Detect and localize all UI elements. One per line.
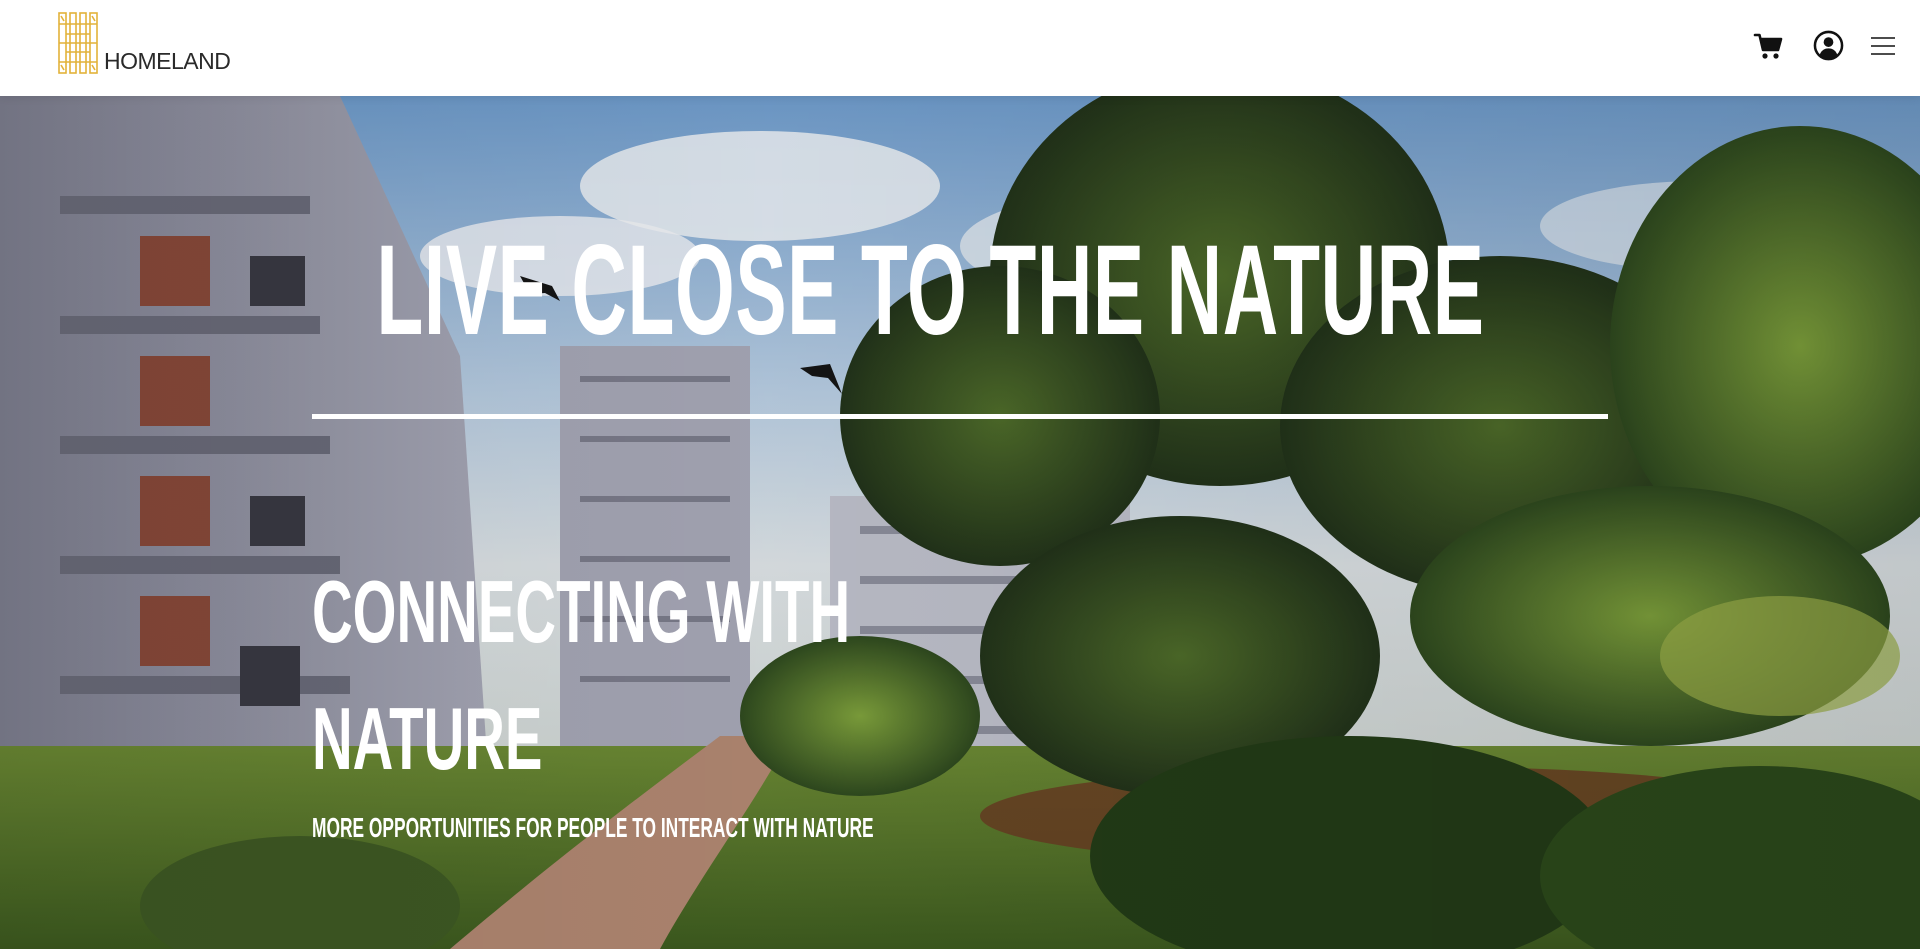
homeland-logo-icon xyxy=(58,12,98,74)
cart-icon[interactable] xyxy=(1753,31,1783,61)
menu-icon[interactable] xyxy=(1870,33,1896,59)
logo-text: HOMELAND xyxy=(104,48,231,74)
header-actions xyxy=(1753,30,1896,61)
hero-tagline: MORE OPPORTUNITIES FOR PEOPLE TO INTERAC… xyxy=(312,812,874,843)
account-icon[interactable] xyxy=(1813,30,1844,61)
hero-divider xyxy=(312,414,1608,419)
hero-subtitle: CONNECTING WITH NATURE xyxy=(312,548,851,802)
hero-title: LIVE CLOSE TO THE NATURE xyxy=(0,219,1920,362)
homeland-logo[interactable]: HOMELAND xyxy=(58,12,231,74)
hero-section: LIVE CLOSE TO THE NATURE CONNECTING WITH… xyxy=(0,96,1920,949)
site-header: HOMELAND xyxy=(0,0,1920,96)
hero-title-text: LIVE CLOSE TO THE NATURE xyxy=(375,219,1485,362)
hero-subtitle-line-1: CONNECTING WITH xyxy=(312,562,851,661)
hero-subtitle-line-2: NATURE xyxy=(312,689,543,788)
